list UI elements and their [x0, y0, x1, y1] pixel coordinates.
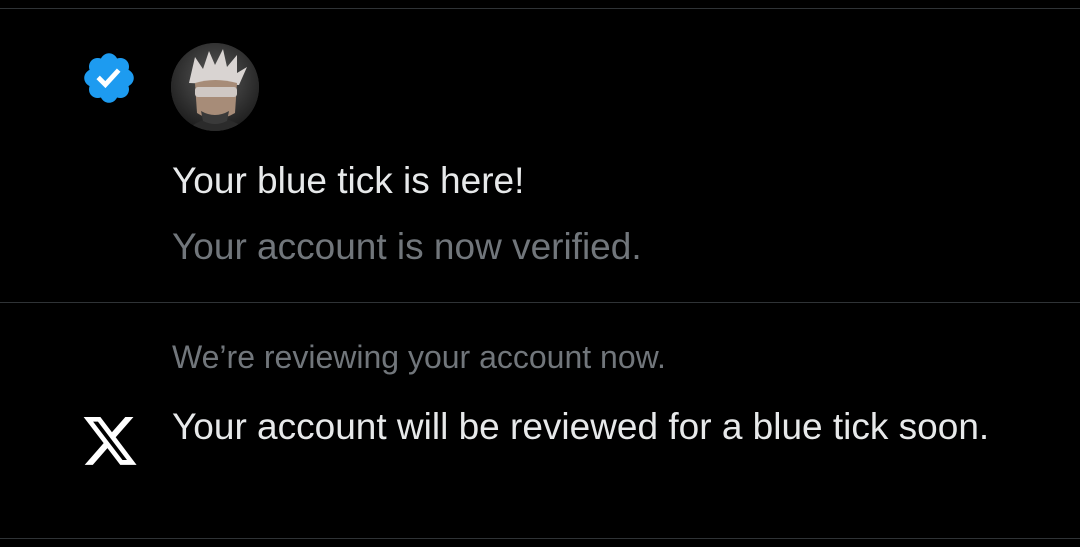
- notification-title: Your blue tick is here!: [172, 160, 525, 201]
- notification-heading: We’re reviewing your account now.: [172, 339, 666, 375]
- x-logo-icon: [80, 417, 140, 471]
- notification-review[interactable]: We’re reviewing your account now. Your a…: [0, 303, 1080, 538]
- divider-bottom: [0, 538, 1080, 539]
- verified-badge-icon: [80, 49, 138, 107]
- notification-subtitle: Your account is now verified.: [172, 226, 642, 267]
- notification-verified[interactable]: Your blue tick is here! Your account is …: [0, 9, 1080, 302]
- avatar[interactable]: [171, 43, 259, 131]
- notification-body: Your account will be reviewed for a blue…: [172, 406, 990, 447]
